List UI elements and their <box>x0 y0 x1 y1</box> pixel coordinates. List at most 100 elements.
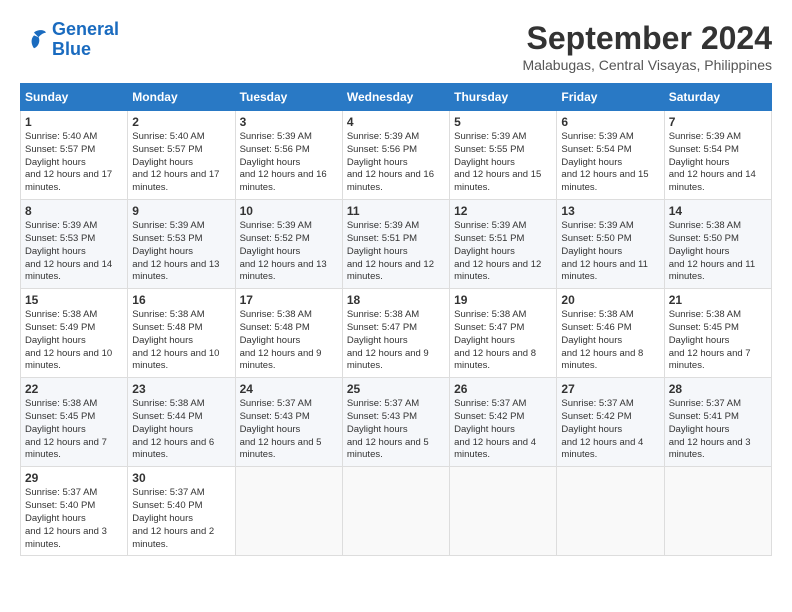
day-number: 24 <box>240 382 338 396</box>
calendar-cell: 16 Sunrise: 5:38 AM Sunset: 5:48 PM Dayl… <box>128 289 235 378</box>
day-number: 17 <box>240 293 338 307</box>
day-number: 1 <box>25 115 123 129</box>
calendar-header-row: SundayMondayTuesdayWednesdayThursdayFrid… <box>21 84 772 111</box>
calendar-week-row: 8 Sunrise: 5:39 AM Sunset: 5:53 PM Dayli… <box>21 200 772 289</box>
month-title: September 2024 <box>522 20 772 57</box>
day-number: 3 <box>240 115 338 129</box>
weekday-header: Thursday <box>450 84 557 111</box>
calendar-cell <box>664 467 771 556</box>
location-title: Malabugas, Central Visayas, Philippines <box>522 57 772 73</box>
day-info: Sunrise: 5:37 AM Sunset: 5:40 PM Dayligh… <box>25 487 123 551</box>
calendar-cell: 28 Sunrise: 5:37 AM Sunset: 5:41 PM Dayl… <box>664 378 771 467</box>
day-info: Sunrise: 5:38 AM Sunset: 5:46 PM Dayligh… <box>561 309 659 373</box>
day-info: Sunrise: 5:38 AM Sunset: 5:47 PM Dayligh… <box>454 309 552 373</box>
calendar-cell: 24 Sunrise: 5:37 AM Sunset: 5:43 PM Dayl… <box>235 378 342 467</box>
calendar-cell: 17 Sunrise: 5:38 AM Sunset: 5:48 PM Dayl… <box>235 289 342 378</box>
day-info: Sunrise: 5:37 AM Sunset: 5:43 PM Dayligh… <box>347 398 445 462</box>
day-info: Sunrise: 5:39 AM Sunset: 5:50 PM Dayligh… <box>561 220 659 284</box>
day-info: Sunrise: 5:39 AM Sunset: 5:54 PM Dayligh… <box>669 131 767 195</box>
day-info: Sunrise: 5:38 AM Sunset: 5:44 PM Dayligh… <box>132 398 230 462</box>
calendar-cell: 21 Sunrise: 5:38 AM Sunset: 5:45 PM Dayl… <box>664 289 771 378</box>
day-info: Sunrise: 5:40 AM Sunset: 5:57 PM Dayligh… <box>132 131 230 195</box>
day-number: 30 <box>132 471 230 485</box>
day-info: Sunrise: 5:38 AM Sunset: 5:45 PM Dayligh… <box>669 309 767 373</box>
calendar-cell: 6 Sunrise: 5:39 AM Sunset: 5:54 PM Dayli… <box>557 111 664 200</box>
calendar-cell: 25 Sunrise: 5:37 AM Sunset: 5:43 PM Dayl… <box>342 378 449 467</box>
day-info: Sunrise: 5:38 AM Sunset: 5:48 PM Dayligh… <box>132 309 230 373</box>
day-info: Sunrise: 5:39 AM Sunset: 5:51 PM Dayligh… <box>347 220 445 284</box>
day-number: 4 <box>347 115 445 129</box>
day-number: 26 <box>454 382 552 396</box>
day-number: 16 <box>132 293 230 307</box>
weekday-header: Saturday <box>664 84 771 111</box>
day-number: 2 <box>132 115 230 129</box>
day-info: Sunrise: 5:39 AM Sunset: 5:53 PM Dayligh… <box>25 220 123 284</box>
day-number: 5 <box>454 115 552 129</box>
day-number: 25 <box>347 382 445 396</box>
day-info: Sunrise: 5:39 AM Sunset: 5:55 PM Dayligh… <box>454 131 552 195</box>
calendar-cell: 10 Sunrise: 5:39 AM Sunset: 5:52 PM Dayl… <box>235 200 342 289</box>
calendar-cell: 14 Sunrise: 5:38 AM Sunset: 5:50 PM Dayl… <box>664 200 771 289</box>
calendar-cell: 18 Sunrise: 5:38 AM Sunset: 5:47 PM Dayl… <box>342 289 449 378</box>
day-info: Sunrise: 5:38 AM Sunset: 5:49 PM Dayligh… <box>25 309 123 373</box>
calendar-cell: 5 Sunrise: 5:39 AM Sunset: 5:55 PM Dayli… <box>450 111 557 200</box>
day-info: Sunrise: 5:39 AM Sunset: 5:56 PM Dayligh… <box>240 131 338 195</box>
day-number: 18 <box>347 293 445 307</box>
day-info: Sunrise: 5:40 AM Sunset: 5:57 PM Dayligh… <box>25 131 123 195</box>
calendar-cell: 29 Sunrise: 5:37 AM Sunset: 5:40 PM Dayl… <box>21 467 128 556</box>
day-number: 20 <box>561 293 659 307</box>
calendar-cell: 2 Sunrise: 5:40 AM Sunset: 5:57 PM Dayli… <box>128 111 235 200</box>
day-number: 7 <box>669 115 767 129</box>
day-number: 28 <box>669 382 767 396</box>
calendar-cell: 1 Sunrise: 5:40 AM Sunset: 5:57 PM Dayli… <box>21 111 128 200</box>
day-number: 27 <box>561 382 659 396</box>
calendar-cell <box>557 467 664 556</box>
calendar-cell: 13 Sunrise: 5:39 AM Sunset: 5:50 PM Dayl… <box>557 200 664 289</box>
calendar-week-row: 22 Sunrise: 5:38 AM Sunset: 5:45 PM Dayl… <box>21 378 772 467</box>
calendar-cell: 7 Sunrise: 5:39 AM Sunset: 5:54 PM Dayli… <box>664 111 771 200</box>
day-info: Sunrise: 5:37 AM Sunset: 5:42 PM Dayligh… <box>454 398 552 462</box>
weekday-header: Wednesday <box>342 84 449 111</box>
day-number: 6 <box>561 115 659 129</box>
calendar-cell: 19 Sunrise: 5:38 AM Sunset: 5:47 PM Dayl… <box>450 289 557 378</box>
calendar-table: SundayMondayTuesdayWednesdayThursdayFrid… <box>20 83 772 556</box>
calendar-cell: 4 Sunrise: 5:39 AM Sunset: 5:56 PM Dayli… <box>342 111 449 200</box>
day-info: Sunrise: 5:38 AM Sunset: 5:48 PM Dayligh… <box>240 309 338 373</box>
day-number: 15 <box>25 293 123 307</box>
calendar-week-row: 15 Sunrise: 5:38 AM Sunset: 5:49 PM Dayl… <box>21 289 772 378</box>
logo-icon <box>20 28 48 52</box>
calendar-cell: 22 Sunrise: 5:38 AM Sunset: 5:45 PM Dayl… <box>21 378 128 467</box>
calendar-cell: 12 Sunrise: 5:39 AM Sunset: 5:51 PM Dayl… <box>450 200 557 289</box>
calendar-week-row: 29 Sunrise: 5:37 AM Sunset: 5:40 PM Dayl… <box>21 467 772 556</box>
day-number: 13 <box>561 204 659 218</box>
day-info: Sunrise: 5:37 AM Sunset: 5:41 PM Dayligh… <box>669 398 767 462</box>
day-info: Sunrise: 5:39 AM Sunset: 5:54 PM Dayligh… <box>561 131 659 195</box>
calendar-cell: 8 Sunrise: 5:39 AM Sunset: 5:53 PM Dayli… <box>21 200 128 289</box>
calendar-week-row: 1 Sunrise: 5:40 AM Sunset: 5:57 PM Dayli… <box>21 111 772 200</box>
day-number: 23 <box>132 382 230 396</box>
weekday-header: Sunday <box>21 84 128 111</box>
day-number: 8 <box>25 204 123 218</box>
day-info: Sunrise: 5:39 AM Sunset: 5:52 PM Dayligh… <box>240 220 338 284</box>
page-header: General Blue September 2024 Malabugas, C… <box>20 20 772 73</box>
day-info: Sunrise: 5:37 AM Sunset: 5:42 PM Dayligh… <box>561 398 659 462</box>
calendar-cell: 23 Sunrise: 5:38 AM Sunset: 5:44 PM Dayl… <box>128 378 235 467</box>
day-info: Sunrise: 5:38 AM Sunset: 5:45 PM Dayligh… <box>25 398 123 462</box>
calendar-cell <box>342 467 449 556</box>
day-number: 22 <box>25 382 123 396</box>
calendar-cell: 15 Sunrise: 5:38 AM Sunset: 5:49 PM Dayl… <box>21 289 128 378</box>
weekday-header: Monday <box>128 84 235 111</box>
day-info: Sunrise: 5:39 AM Sunset: 5:51 PM Dayligh… <box>454 220 552 284</box>
calendar-cell: 27 Sunrise: 5:37 AM Sunset: 5:42 PM Dayl… <box>557 378 664 467</box>
weekday-header: Friday <box>557 84 664 111</box>
day-info: Sunrise: 5:38 AM Sunset: 5:50 PM Dayligh… <box>669 220 767 284</box>
day-number: 9 <box>132 204 230 218</box>
logo-text: General Blue <box>52 20 119 60</box>
calendar-cell: 20 Sunrise: 5:38 AM Sunset: 5:46 PM Dayl… <box>557 289 664 378</box>
title-block: September 2024 Malabugas, Central Visaya… <box>522 20 772 73</box>
day-info: Sunrise: 5:38 AM Sunset: 5:47 PM Dayligh… <box>347 309 445 373</box>
calendar-cell: 3 Sunrise: 5:39 AM Sunset: 5:56 PM Dayli… <box>235 111 342 200</box>
calendar-cell <box>450 467 557 556</box>
day-info: Sunrise: 5:39 AM Sunset: 5:56 PM Dayligh… <box>347 131 445 195</box>
logo: General Blue <box>20 20 119 60</box>
